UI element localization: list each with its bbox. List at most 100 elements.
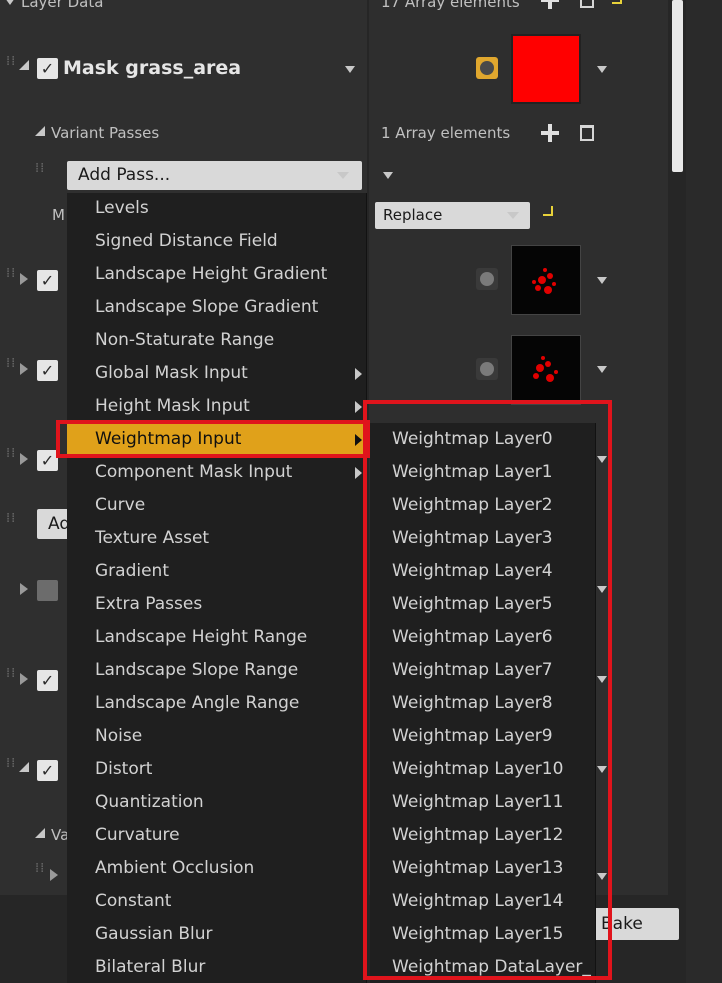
drag-handle-icon[interactable]: ⁞⁞	[35, 862, 45, 885]
drag-handle-icon[interactable]: ⁞⁞	[6, 357, 16, 380]
layer-data-label: Layer Data	[21, 0, 104, 11]
add-element-icon[interactable]	[541, 0, 559, 9]
expand-arrow-icon[interactable]	[20, 363, 28, 375]
menu-item-label: Levels	[95, 198, 149, 218]
blend-mode-label: Replace	[383, 206, 443, 224]
menu-item[interactable]: Landscape Height Gradient	[67, 258, 367, 291]
layer-data-count: 17 Array elements	[381, 0, 520, 11]
pass-options-arrow-icon[interactable]	[383, 172, 393, 179]
add-pass-dropdown[interactable]: Add Pass...	[67, 161, 362, 190]
menu-item[interactable]: Quantization	[67, 786, 367, 819]
menu-item[interactable]: Texture Asset	[67, 522, 367, 555]
menu-item[interactable]: Bilateral Blur	[67, 951, 367, 983]
chevron-down-icon	[337, 172, 349, 179]
menu-item-label: Non-Staturate Range	[95, 330, 275, 350]
expand-arrow-icon[interactable]	[20, 673, 28, 685]
drag-handle-icon[interactable]: ⁞⁞	[6, 55, 16, 78]
add-variant-icon[interactable]	[541, 124, 559, 142]
pass-enabled-checkbox[interactable]: ✓	[37, 450, 58, 471]
collapse-arrow-icon[interactable]	[35, 828, 45, 838]
mask-preview-thumbnail[interactable]	[511, 245, 581, 315]
menu-item-label: Landscape Height Range	[95, 627, 308, 647]
dropdown-arrow-icon[interactable]	[597, 366, 607, 373]
menu-item[interactable]: Non-Staturate Range	[67, 324, 367, 357]
pass-enabled-checkbox[interactable]: ✓	[37, 760, 58, 781]
menu-item[interactable]: Landscape Angle Range	[67, 687, 367, 720]
menu-item[interactable]: Extra Passes	[67, 588, 367, 621]
menu-item[interactable]: Curve	[67, 489, 367, 522]
drag-handle-icon[interactable]: ⁞⁞	[6, 757, 16, 780]
menu-item[interactable]: Global Mask Input	[67, 357, 367, 390]
menu-item-label: Landscape Slope Gradient	[95, 297, 319, 317]
expand-arrow-icon[interactable]	[20, 273, 28, 285]
expand-arrow-icon[interactable]	[19, 762, 29, 772]
menu-item-label: Landscape Slope Range	[95, 660, 299, 680]
menu-item-label: Gaussian Blur	[95, 924, 213, 944]
chevron-down-icon	[507, 212, 519, 219]
pass-enabled-checkbox[interactable]: ✓	[37, 360, 58, 381]
drag-handle-icon[interactable]: ⁞⁞	[6, 267, 16, 290]
menu-item[interactable]: Distort	[67, 753, 367, 786]
menu-item-label: Landscape Height Gradient	[95, 264, 328, 284]
pass-enabled-checkbox[interactable]: ✓	[37, 670, 58, 691]
submenu-arrow-icon	[355, 401, 362, 413]
menu-item[interactable]: Landscape Slope Gradient	[67, 291, 367, 324]
menu-item-label: Extra Passes	[95, 594, 203, 614]
menu-item[interactable]: Landscape Height Range	[67, 621, 367, 654]
menu-item[interactable]: Constant	[67, 885, 367, 918]
menu-item-label: Quantization	[95, 792, 204, 812]
menu-item[interactable]: Gradient	[67, 555, 367, 588]
add-pass-label: Add Pass...	[78, 165, 171, 185]
variant-collapse-arrow-icon[interactable]	[35, 126, 45, 136]
pass-enabled-checkbox[interactable]: ✓	[37, 270, 58, 291]
swatch-dropdown-arrow-icon[interactable]	[597, 66, 607, 73]
channel-toggle[interactable]	[476, 268, 498, 290]
menu-item-label: Curve	[95, 495, 146, 515]
delete-variant-icon[interactable]	[580, 125, 594, 141]
dropdown-arrow-icon[interactable]	[597, 277, 607, 284]
expand-arrow-icon[interactable]	[20, 453, 28, 465]
menu-item[interactable]: Curvature	[67, 819, 367, 852]
menu-item[interactable]: Noise	[67, 720, 367, 753]
mask-enabled-checkbox[interactable]: ✓	[37, 58, 58, 79]
expand-arrow-icon[interactable]	[19, 60, 29, 70]
menu-item-label: Ambient Occlusion	[95, 858, 255, 878]
highlight-box-submenu	[363, 400, 612, 980]
side-panel-edge	[686, 0, 722, 983]
menu-item[interactable]: Levels	[67, 192, 367, 225]
menu-item-label: Constant	[95, 891, 172, 911]
menu-item[interactable]: Landscape Slope Range	[67, 654, 367, 687]
expand-arrow-icon[interactable]	[50, 869, 58, 881]
menu-item-label: Texture Asset	[95, 528, 210, 548]
trash-icon[interactable]	[580, 0, 594, 8]
mask-color-swatch[interactable]	[511, 34, 581, 104]
mask-channel-toggle[interactable]	[476, 57, 498, 79]
drag-handle-icon[interactable]: ⁞⁞	[35, 162, 45, 185]
menu-item-label: Gradient	[95, 561, 169, 581]
menu-item[interactable]: Height Mask Input	[67, 390, 367, 423]
reset-icon[interactable]	[543, 206, 553, 216]
mask-preview-image	[533, 356, 558, 382]
scrollbar-thumb[interactable]	[672, 0, 683, 172]
drag-handle-icon[interactable]: ⁞⁞	[6, 447, 16, 470]
mask-preview-image	[532, 268, 556, 294]
drag-handle-icon[interactable]: ⁞⁞	[6, 667, 16, 690]
menu-item[interactable]: Signed Distance Field	[67, 225, 367, 258]
highlight-box-menu-item	[56, 420, 370, 458]
reset-icon[interactable]	[612, 0, 622, 4]
menu-item[interactable]: Ambient Occlusion	[67, 852, 367, 885]
drag-handle-icon[interactable]: ⁞⁞	[6, 512, 16, 535]
menu-item[interactable]: Gaussian Blur	[67, 918, 367, 951]
blend-mode-dropdown[interactable]: Replace	[375, 202, 530, 229]
mask-options-arrow-icon[interactable]	[345, 66, 355, 73]
expand-arrow-icon[interactable]	[20, 583, 28, 595]
variant-passes-label: Variant Passes	[51, 124, 160, 142]
pass-enabled-checkbox[interactable]	[37, 580, 58, 601]
add-pass-menu: Levels Signed Distance Field Landscape Hei…	[67, 193, 367, 983]
collapse-arrow-icon[interactable]	[5, 0, 15, 5]
variant-passes-count: 1 Array elements	[381, 124, 511, 142]
channel-toggle[interactable]	[476, 358, 498, 380]
menu-item[interactable]: Component Mask Input	[67, 456, 367, 489]
submenu-arrow-icon	[355, 368, 362, 380]
mask-preview-thumbnail[interactable]	[511, 335, 581, 405]
